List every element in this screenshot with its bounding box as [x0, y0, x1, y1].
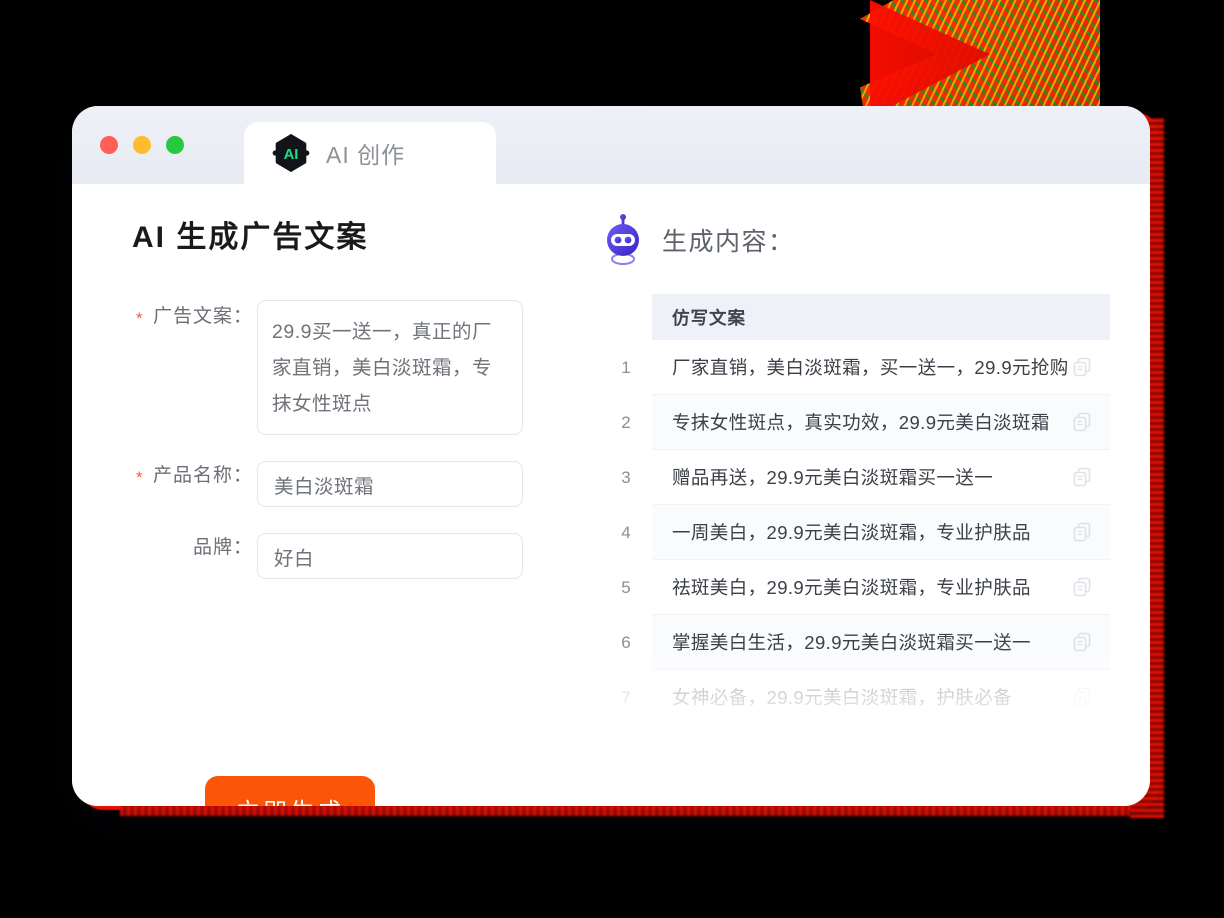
copy-icon[interactable] — [1072, 577, 1092, 597]
row-text: 掌握美白生活，29.9元美白淡斑霜买一送一 — [672, 632, 1031, 653]
table-row[interactable]: 4 一周美白，29.9元美白淡斑霜，专业护肤品 — [600, 505, 1150, 560]
row-text: 女神必备，29.9元美白淡斑霜，护肤必备 — [672, 687, 1013, 708]
row-text: 一周美白，29.9元美白淡斑霜，专业护肤品 — [672, 522, 1031, 543]
table-column-header: 仿写文案 — [652, 294, 1110, 340]
row-body: 专抹女性斑点，真实功效，29.9元美白淡斑霜 — [652, 395, 1110, 450]
minimize-window-button[interactable] — [133, 136, 151, 154]
table-row[interactable]: 7 女神必备，29.9元美白淡斑霜，护肤必备 — [600, 670, 1150, 725]
form-panel: AI 生成广告文案 * 广告文案： * 产品名称： 品牌： — [72, 184, 592, 806]
copy-icon[interactable] — [1072, 522, 1092, 542]
field-brand: 品牌： — [132, 533, 592, 579]
row-text: 赠品再送，29.9元美白淡斑霜买一送一 — [672, 467, 994, 488]
table-row[interactable]: 5 祛斑美白，29.9元美白淡斑霜，专业护肤品 — [600, 560, 1150, 615]
row-number: 3 — [621, 467, 631, 487]
field-ad-copy: * 广告文案： — [132, 300, 592, 435]
app-window: AI AI 创作 AI 生成广告文案 * 广告文案： * 产品名称： — [72, 106, 1150, 806]
row-number: 5 — [621, 577, 631, 597]
window-content: AI 生成广告文案 * 广告文案： * 产品名称： 品牌： — [72, 184, 1150, 806]
field-label-product-name: * 产品名称： — [132, 461, 257, 491]
svg-text:AI: AI — [284, 147, 299, 163]
row-body: 一周美白，29.9元美白淡斑霜，专业护肤品 — [652, 505, 1110, 560]
table-row[interactable]: 3 赠品再送，29.9元美白淡斑霜买一送一 — [600, 450, 1150, 505]
close-window-button[interactable] — [100, 136, 118, 154]
page-title: AI 生成广告文案 — [132, 221, 369, 254]
tab-ai-creation[interactable]: AI AI 创作 — [244, 122, 496, 184]
maximize-window-button[interactable] — [166, 136, 184, 154]
row-body: 厂家直销，美白淡斑霜，买一送一，29.9元抢购 — [652, 340, 1110, 395]
robot-icon — [607, 214, 639, 265]
table-row[interactable]: 6 掌握美白生活，29.9元美白淡斑霜买一送一 — [600, 615, 1150, 670]
row-number: 2 — [621, 412, 631, 432]
results-table: 仿写文案 1 厂家直销，美白淡斑霜，买一送一，29.9元抢购 2 专抹女性斑点，… — [592, 294, 1150, 725]
copy-icon[interactable] — [1072, 632, 1092, 652]
table-row[interactable]: 2 专抹女性斑点，真实功效，29.9元美白淡斑霜 — [600, 395, 1150, 450]
field-label-ad-copy: * 广告文案： — [132, 300, 257, 334]
results-header: 生成内容： — [592, 214, 1150, 266]
field-product-name: * 产品名称： — [132, 461, 592, 507]
table-row[interactable]: 1 厂家直销，美白淡斑霜，买一送一，29.9元抢购 — [600, 340, 1150, 395]
product-name-input[interactable] — [257, 461, 523, 507]
ai-logo-icon: AI — [272, 134, 310, 172]
row-text: 祛斑美白，29.9元美白淡斑霜，专业护肤品 — [672, 577, 1031, 598]
table-rows: 1 厂家直销，美白淡斑霜，买一送一，29.9元抢购 2 专抹女性斑点，真实功效，… — [600, 340, 1150, 725]
copy-icon[interactable] — [1072, 467, 1092, 487]
traffic-light-buttons — [100, 136, 184, 154]
ad-copy-textarea[interactable] — [257, 300, 523, 435]
field-label-brand: 品牌： — [132, 533, 257, 563]
required-asterisk-icon: * — [136, 468, 144, 487]
tab-label: AI 创作 — [326, 142, 406, 168]
row-number: 1 — [621, 357, 631, 377]
required-asterisk-icon: * — [136, 309, 144, 328]
results-title: 生成内容： — [662, 228, 795, 256]
row-text: 专抹女性斑点，真实功效，29.9元美白淡斑霜 — [672, 412, 1050, 433]
field-label-text: 产品名称： — [152, 465, 253, 486]
copy-icon[interactable] — [1072, 412, 1092, 432]
decorative-glitch-graphic — [860, 0, 1100, 118]
results-panel: 生成内容： 仿写文案 1 厂家直销，美白淡斑霜，买一送一，29.9元抢购 2 专… — [592, 184, 1150, 806]
field-label-text: 广告文案： — [152, 306, 253, 327]
copy-icon[interactable] — [1072, 687, 1092, 707]
row-number: 4 — [621, 522, 631, 542]
field-label-text: 品牌： — [192, 537, 253, 558]
generate-button[interactable]: 立即生成 — [205, 776, 375, 806]
copy-icon[interactable] — [1072, 357, 1092, 377]
row-number: 6 — [621, 632, 631, 652]
brand-input[interactable] — [257, 533, 523, 579]
row-body: 女神必备，29.9元美白淡斑霜，护肤必备 — [652, 670, 1110, 725]
row-body: 赠品再送，29.9元美白淡斑霜买一送一 — [652, 450, 1110, 505]
row-number: 7 — [621, 687, 631, 707]
window-titlebar: AI AI 创作 — [72, 106, 1150, 184]
row-body: 祛斑美白，29.9元美白淡斑霜，专业护肤品 — [652, 560, 1110, 615]
row-body: 掌握美白生活，29.9元美白淡斑霜买一送一 — [652, 615, 1110, 670]
row-text: 厂家直销，美白淡斑霜，买一送一，29.9元抢购 — [672, 357, 1069, 378]
